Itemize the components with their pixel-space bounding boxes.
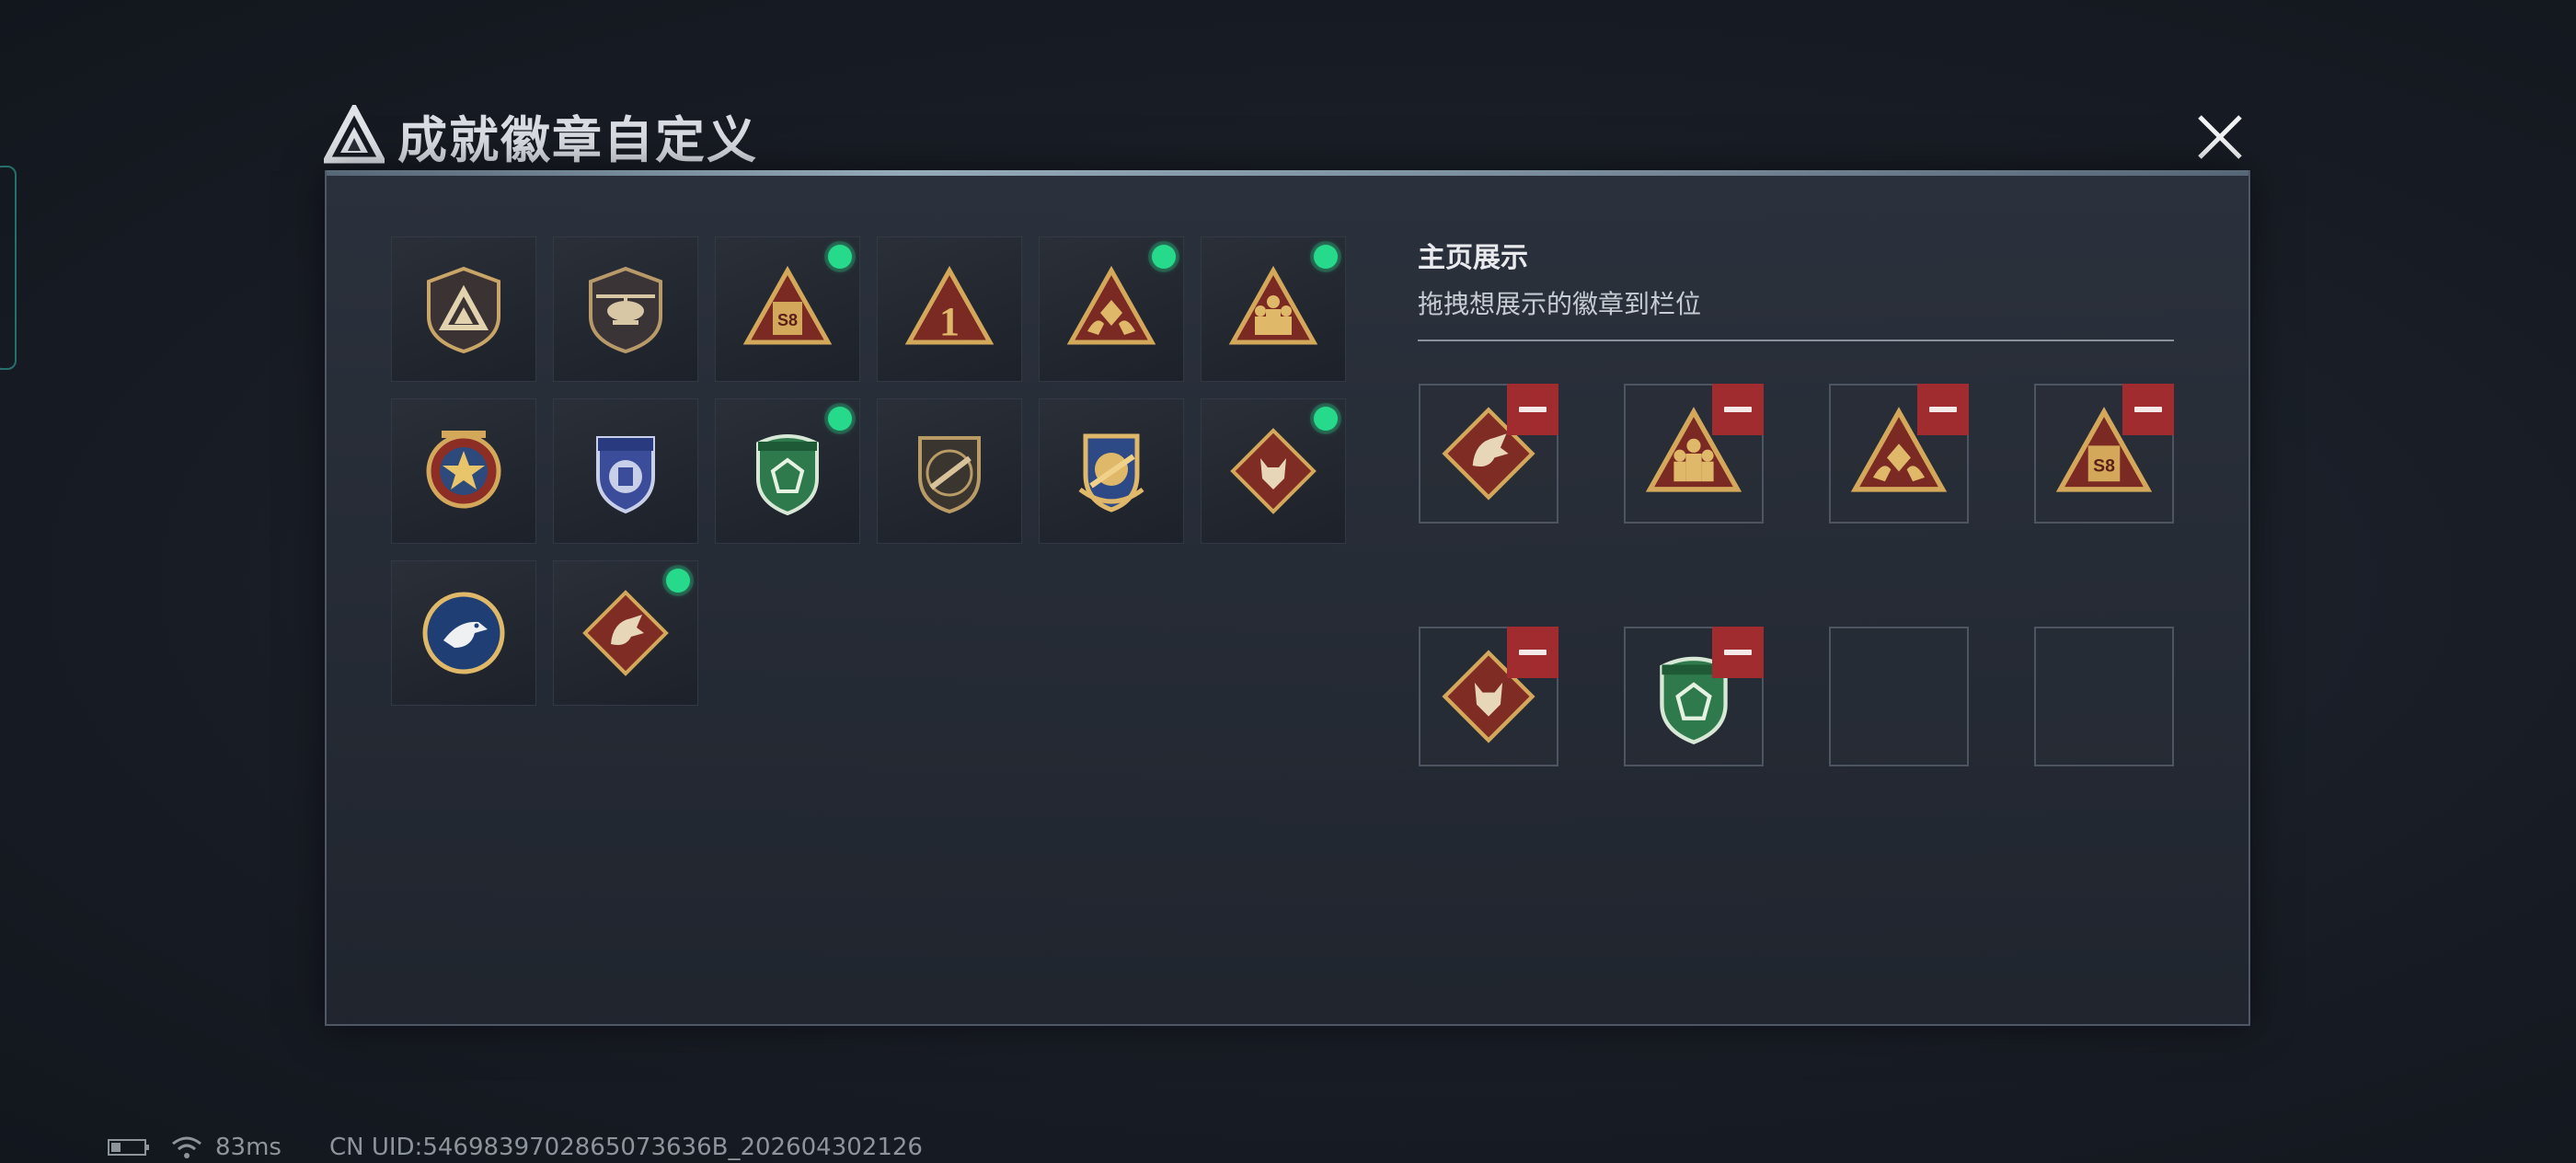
- empty-showcase-slot[interactable]: [2034, 627, 2174, 766]
- green-crystal-shield-badge-icon: [756, 434, 819, 516]
- eagle-round-badge-icon: [422, 592, 505, 674]
- badge-cell[interactable]: [391, 560, 536, 706]
- selected-indicator: [828, 407, 852, 431]
- wolf-diamond-badge-icon: [1230, 428, 1317, 514]
- ping-value: 83ms: [215, 1134, 282, 1161]
- minus-icon: [1724, 407, 1752, 412]
- badge-cell[interactable]: [391, 236, 536, 382]
- showcase-slot[interactable]: [1419, 384, 1558, 524]
- showcase-subtext: 拖拽想展示的徽章到栏位: [1418, 289, 1702, 319]
- user-uid: CN UID:5469839702865073636B_202604302126: [328, 1134, 923, 1161]
- battery-icon: [108, 1139, 149, 1156]
- empty-showcase-slot[interactable]: [1829, 627, 1969, 766]
- badge-customize-dialog: S8 1 主页展示 拖拽想展示的徽章到栏位 S8: [325, 170, 2250, 1026]
- badge-cell[interactable]: [715, 398, 860, 544]
- minus-icon: [1929, 407, 1957, 412]
- remove-badge-button[interactable]: [1507, 384, 1558, 435]
- triangle-logo-icon: [324, 105, 385, 164]
- selected-indicator: [666, 569, 690, 593]
- badge-cell[interactable]: [1039, 236, 1184, 382]
- showcase-slot[interactable]: [1624, 627, 1764, 766]
- showcase-slot[interactable]: S8: [2034, 384, 2174, 524]
- showcase-slot[interactable]: [1419, 627, 1558, 766]
- selected-indicator: [1152, 245, 1176, 269]
- badge-cell[interactable]: [553, 236, 698, 382]
- svg-text:S8: S8: [2093, 455, 2115, 476]
- badge-cell[interactable]: [553, 398, 698, 544]
- wifi-icon: [172, 1136, 201, 1158]
- badge-cell[interactable]: [391, 398, 536, 544]
- minus-icon: [2134, 407, 2162, 412]
- blue-shield-badge-icon: [596, 436, 655, 514]
- minus-icon: [1519, 650, 1547, 655]
- selected-indicator: [1314, 407, 1338, 431]
- badge-cell[interactable]: 1: [877, 236, 1022, 382]
- close-icon: [2198, 115, 2242, 159]
- showcase-section: 主页展示 拖拽想展示的徽章到栏位: [1418, 235, 2181, 341]
- blue-gold-crest-badge-icon: [1078, 433, 1144, 512]
- showcase-heading: 主页展示: [1418, 242, 1528, 274]
- s8-triangle-badge-icon: S8: [742, 265, 833, 345]
- minus-icon: [1724, 650, 1752, 655]
- status-bar: 83ms CN UID:5469839702865073636B_2026043…: [107, 1134, 923, 1161]
- remove-badge-button[interactable]: [1507, 627, 1558, 678]
- svg-text:1: 1: [939, 299, 960, 344]
- selected-indicator: [1314, 245, 1338, 269]
- badge-cell[interactable]: S8: [715, 236, 860, 382]
- close-button[interactable]: [2191, 109, 2248, 166]
- dialog-title-bar: 成就徽章自定义: [324, 96, 758, 175]
- side-drawer-tab[interactable]: [0, 166, 17, 370]
- badge-cell[interactable]: [1039, 398, 1184, 544]
- helicopter-badge-icon: [589, 266, 662, 354]
- divider: [1418, 340, 2174, 341]
- svg-text:S8: S8: [777, 311, 798, 329]
- showcase-slot[interactable]: [1624, 384, 1764, 524]
- shield-triangle-badge-icon: [427, 266, 500, 354]
- page-title: 成就徽章自定义: [397, 110, 758, 169]
- remove-badge-button[interactable]: [1712, 627, 1764, 678]
- soldiers-triangle-badge-icon: [1228, 265, 1318, 345]
- showcase-slots: S8: [1419, 384, 2174, 766]
- badge-cell[interactable]: [1201, 398, 1346, 544]
- remove-badge-button[interactable]: [1917, 384, 1969, 435]
- dragon-diamond-badge-icon: [582, 590, 669, 676]
- badge-cell[interactable]: [1201, 236, 1346, 382]
- selected-indicator: [828, 245, 852, 269]
- badge-cell[interactable]: [877, 398, 1022, 544]
- remove-badge-button[interactable]: [2122, 384, 2174, 435]
- hands-crystal-triangle-badge-icon: [1066, 265, 1156, 345]
- minus-icon: [1519, 407, 1547, 412]
- number-one-triangle-badge-icon: 1: [904, 265, 995, 345]
- badge-collection-grid: S8 1: [391, 236, 1346, 706]
- showcase-slot[interactable]: [1829, 384, 1969, 524]
- badge-cell[interactable]: [553, 560, 698, 706]
- rifle-shield-badge-icon: [918, 436, 981, 514]
- remove-badge-button[interactable]: [1712, 384, 1764, 435]
- star-medal-badge-icon: [426, 431, 501, 509]
